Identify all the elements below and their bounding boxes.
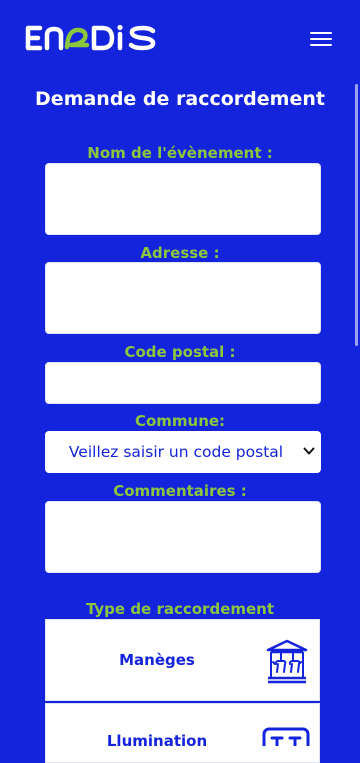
chevron-down-icon: [303, 447, 315, 455]
enedis-logo[interactable]: [24, 20, 158, 56]
page-title: Demande de raccordement: [35, 88, 325, 110]
comments-label: Commentaires :: [113, 482, 247, 500]
postal-code-label: Code postal :: [124, 343, 236, 361]
display-icon: [262, 727, 310, 746]
connection-type-option[interactable]: Manèges: [45, 619, 320, 701]
connection-type-option-label: Manèges: [119, 651, 195, 669]
connection-type-option-label: Llumination: [106, 732, 208, 750]
app-header: [0, 0, 360, 78]
connection-type-label: Type de raccordement: [85, 600, 275, 618]
commune-selected-value: Veillez saisir un code postal: [68, 443, 284, 461]
comments-field[interactable]: [45, 501, 321, 573]
commune-select[interactable]: Veillez saisir un code postal: [45, 431, 321, 473]
carousel-icon: [266, 639, 308, 684]
address-label: Adresse :: [140, 244, 220, 262]
commune-label: Commune:: [134, 412, 226, 430]
event-name-label: Nom de l'évènement :: [87, 144, 273, 162]
postal-code-field[interactable]: [45, 362, 321, 404]
address-field[interactable]: [45, 262, 321, 334]
scrollbar[interactable]: [355, 84, 358, 346]
connection-type-option[interactable]: Llumination: [45, 703, 320, 763]
event-name-field[interactable]: [45, 163, 321, 235]
hamburger-icon[interactable]: [304, 26, 338, 52]
